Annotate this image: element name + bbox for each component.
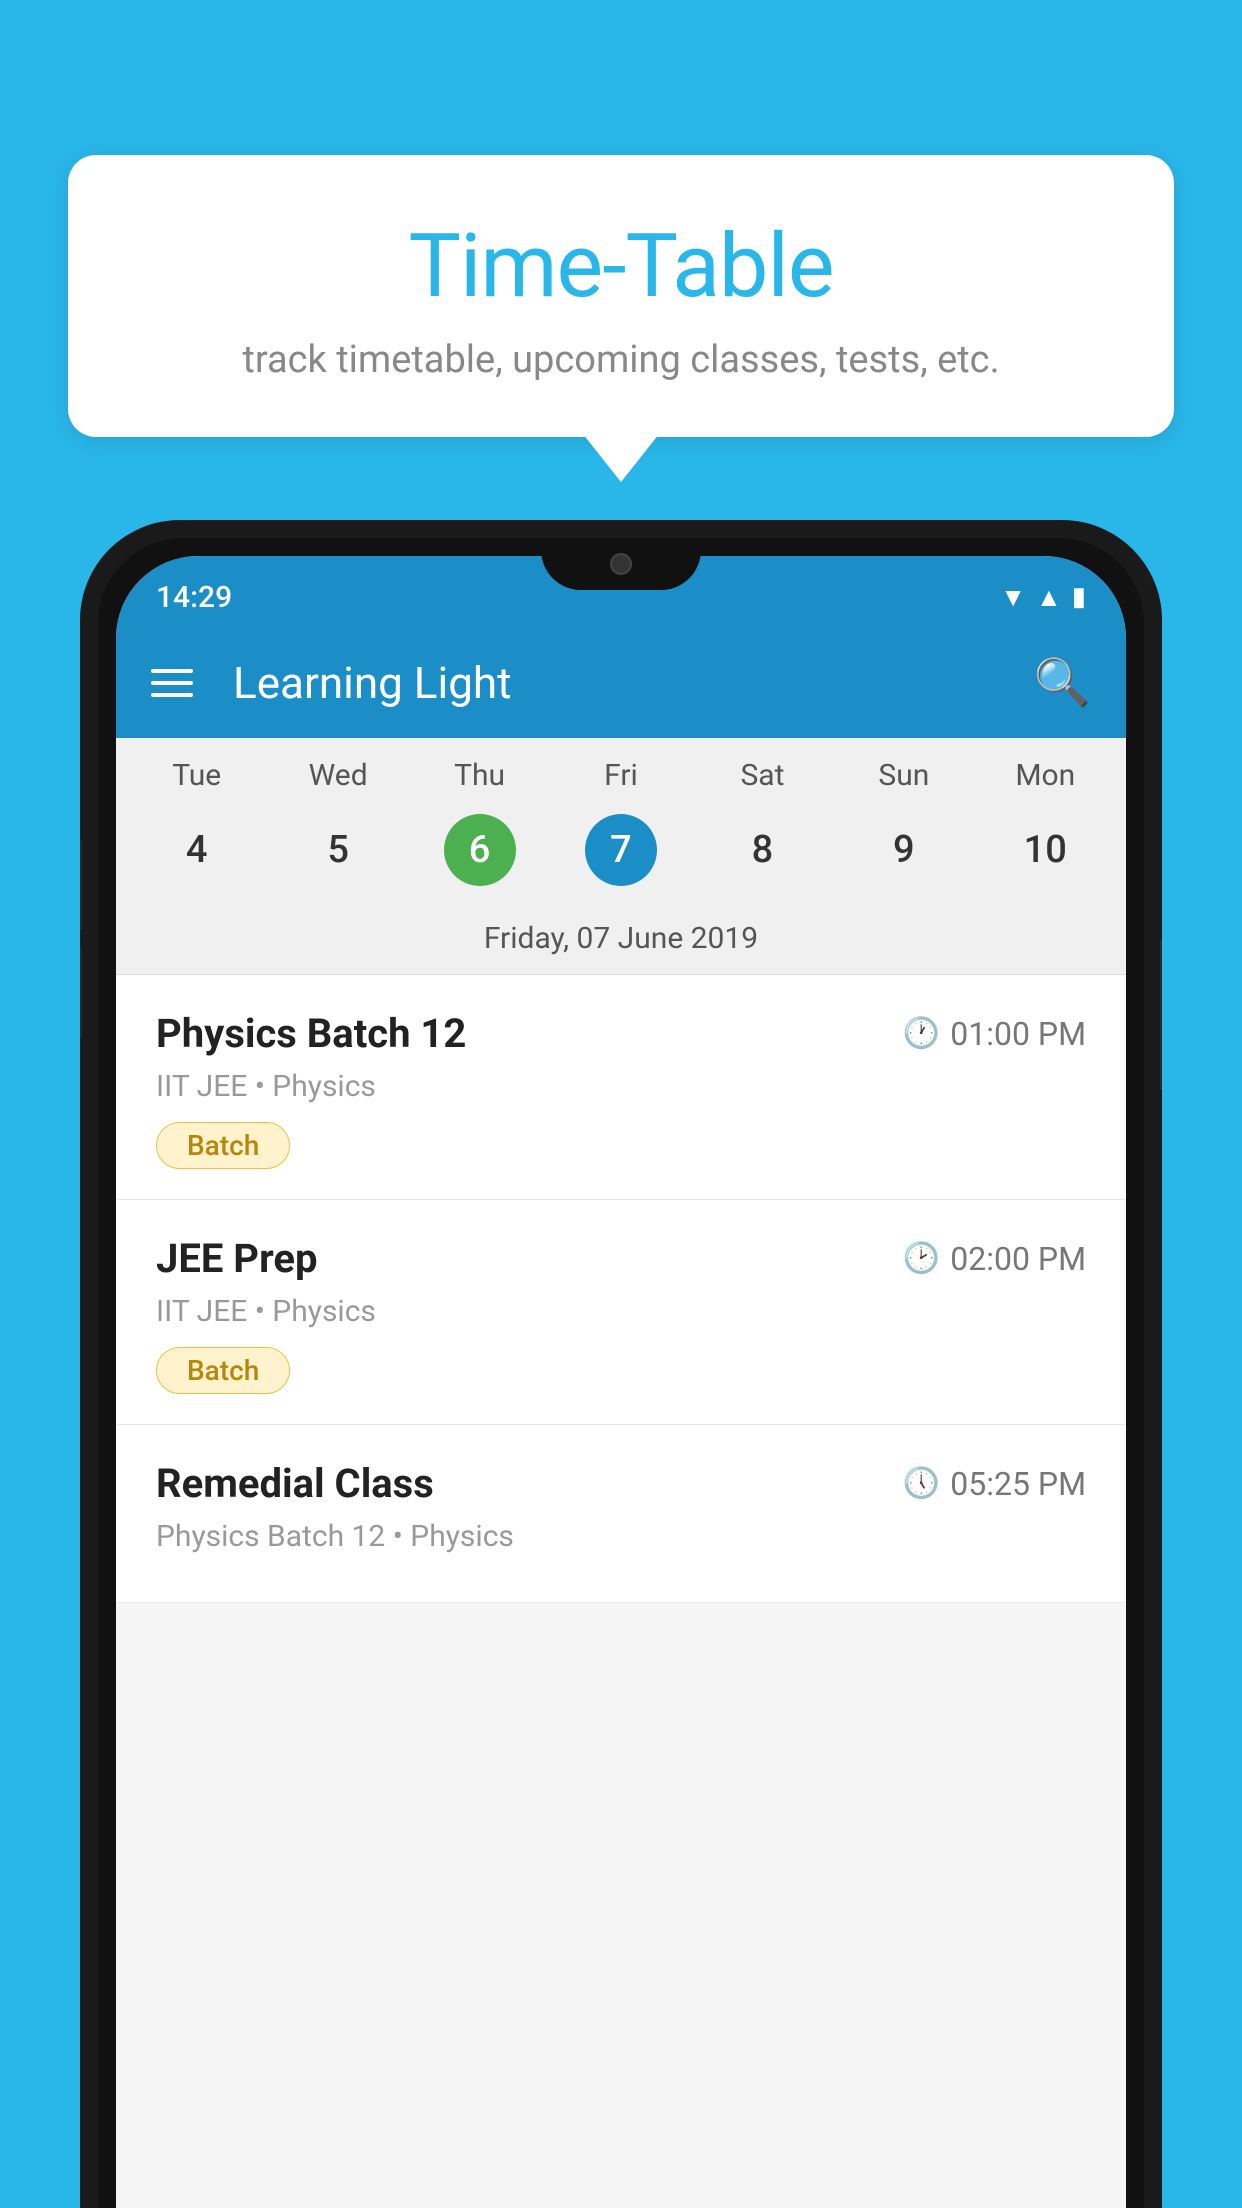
schedule-time-value-0: 01:00 PM bbox=[950, 1015, 1086, 1053]
status-icons: ▼ ▲ ▮ bbox=[1000, 582, 1086, 613]
calendar-days-header: Tue Wed Thu Fri Sat Sun Mon bbox=[116, 738, 1126, 801]
schedule-time-value-2: 05:25 PM bbox=[950, 1465, 1086, 1503]
date-num-6: 6 bbox=[444, 814, 516, 886]
side-buttons-right bbox=[1160, 940, 1162, 1090]
schedule-time-1: 🕑 02:00 PM bbox=[903, 1240, 1086, 1278]
schedule-item-2[interactable]: Remedial Class 🕔 05:25 PM Physics Batch … bbox=[116, 1425, 1126, 1603]
day-label-mon: Mon bbox=[975, 758, 1116, 793]
speech-bubble: Time-Table track timetable, upcoming cla… bbox=[68, 155, 1174, 437]
schedule-time-value-1: 02:00 PM bbox=[950, 1240, 1086, 1278]
screen: 14:29 ▼ ▲ ▮ Learning Light 🔍 Tue bbox=[116, 556, 1126, 2208]
day-label-thu: Thu bbox=[409, 758, 550, 793]
schedule-item-header-0: Physics Batch 12 🕐 01:00 PM bbox=[156, 1010, 1086, 1057]
date-cell-5[interactable]: 5 bbox=[267, 806, 408, 894]
date-num-9: 9 bbox=[868, 814, 940, 886]
schedule-sub-1: IIT JEE • Physics bbox=[156, 1294, 1086, 1329]
app-bar: Learning Light 🔍 bbox=[116, 628, 1126, 738]
bubble-subtitle: track timetable, upcoming classes, tests… bbox=[118, 338, 1124, 382]
day-label-fri: Fri bbox=[550, 758, 691, 793]
camera bbox=[610, 553, 632, 575]
search-button[interactable]: 🔍 bbox=[1034, 656, 1091, 710]
battery-icon: ▮ bbox=[1072, 582, 1086, 612]
schedule-title-0: Physics Batch 12 bbox=[156, 1010, 466, 1057]
date-cell-9[interactable]: 9 bbox=[833, 806, 974, 894]
volume-up-button bbox=[80, 840, 82, 930]
schedule-list: Physics Batch 12 🕐 01:00 PM IIT JEE • Ph… bbox=[116, 975, 1126, 1603]
date-num-8: 8 bbox=[726, 814, 798, 886]
day-label-tue: Tue bbox=[126, 758, 267, 793]
calendar-section: Tue Wed Thu Fri Sat Sun Mon 4 5 6 7 8 9 … bbox=[116, 738, 1126, 975]
date-cell-10[interactable]: 10 bbox=[975, 806, 1116, 894]
schedule-item-header-1: JEE Prep 🕑 02:00 PM bbox=[156, 1235, 1086, 1282]
clock-icon-2: 🕔 bbox=[903, 1466, 940, 1501]
wifi-icon: ▼ bbox=[1000, 582, 1026, 613]
date-num-7: 7 bbox=[585, 814, 657, 886]
notch bbox=[541, 538, 701, 590]
schedule-sub-2: Physics Batch 12 • Physics bbox=[156, 1519, 1086, 1554]
batch-badge-0: Batch bbox=[156, 1122, 290, 1169]
power-button bbox=[1160, 940, 1162, 1090]
day-label-sun: Sun bbox=[833, 758, 974, 793]
hamburger-menu[interactable] bbox=[151, 669, 193, 697]
date-cell-4[interactable]: 4 bbox=[126, 806, 267, 894]
schedule-item-header-2: Remedial Class 🕔 05:25 PM bbox=[156, 1460, 1086, 1507]
app-title: Learning Light bbox=[233, 657, 1004, 709]
selected-date-label: Friday, 07 June 2019 bbox=[116, 909, 1126, 975]
date-cell-6[interactable]: 6 bbox=[409, 806, 550, 894]
schedule-time-0: 🕐 01:00 PM bbox=[903, 1015, 1086, 1053]
schedule-title-1: JEE Prep bbox=[156, 1235, 317, 1282]
date-num-4: 4 bbox=[161, 814, 233, 886]
phone-inner: 14:29 ▼ ▲ ▮ Learning Light 🔍 Tue bbox=[98, 538, 1144, 2208]
volume-down-button bbox=[80, 948, 82, 1038]
date-num-10: 10 bbox=[1009, 814, 1081, 886]
schedule-item-1[interactable]: JEE Prep 🕑 02:00 PM IIT JEE • Physics Ba… bbox=[116, 1200, 1126, 1425]
day-label-wed: Wed bbox=[267, 758, 408, 793]
date-num-5: 5 bbox=[302, 814, 374, 886]
day-label-sat: Sat bbox=[692, 758, 833, 793]
date-cell-8[interactable]: 8 bbox=[692, 806, 833, 894]
batch-badge-1: Batch bbox=[156, 1347, 290, 1394]
side-buttons-left bbox=[80, 840, 82, 1038]
date-cell-7[interactable]: 7 bbox=[550, 806, 691, 894]
bubble-title: Time-Table bbox=[118, 215, 1124, 318]
clock-icon-1: 🕑 bbox=[903, 1241, 940, 1276]
schedule-item-0[interactable]: Physics Batch 12 🕐 01:00 PM IIT JEE • Ph… bbox=[116, 975, 1126, 1200]
schedule-time-2: 🕔 05:25 PM bbox=[903, 1465, 1086, 1503]
phone-frame: 14:29 ▼ ▲ ▮ Learning Light 🔍 Tue bbox=[80, 520, 1162, 2208]
clock-icon-0: 🕐 bbox=[903, 1016, 940, 1051]
schedule-sub-0: IIT JEE • Physics bbox=[156, 1069, 1086, 1104]
status-time: 14:29 bbox=[156, 580, 232, 615]
signal-icon: ▲ bbox=[1036, 582, 1062, 613]
schedule-title-2: Remedial Class bbox=[156, 1460, 434, 1507]
calendar-dates: 4 5 6 7 8 9 10 bbox=[116, 801, 1126, 909]
